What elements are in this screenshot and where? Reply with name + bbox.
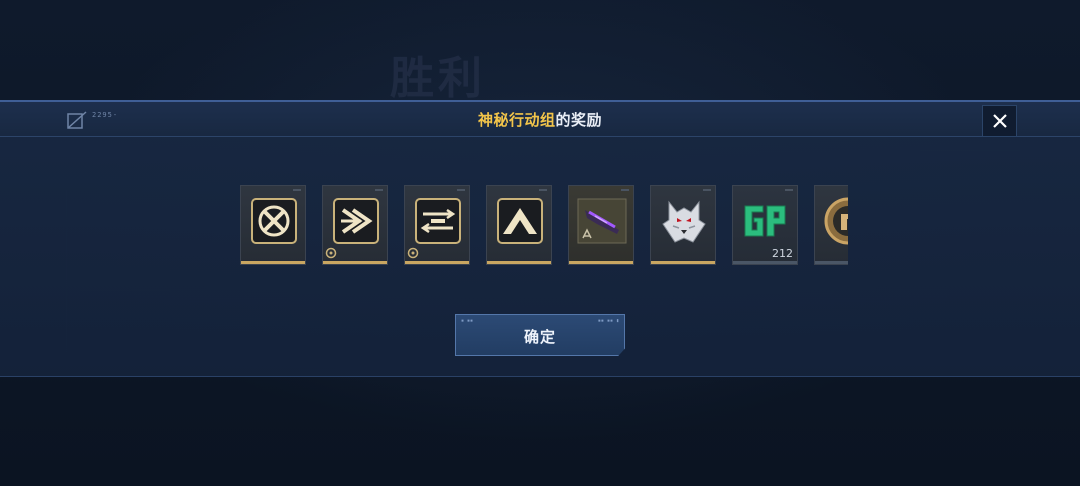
reward-list: 212: [240, 185, 848, 269]
close-button[interactable]: [982, 105, 1017, 137]
purple-weapon-skin-icon: [577, 198, 627, 244]
card-rarity-bar: [487, 261, 551, 264]
squad-name: 神秘行动组: [477, 111, 556, 129]
confirm-label: 确定: [523, 328, 556, 346]
close-icon: [992, 114, 1007, 128]
card-corner-mark: [621, 189, 629, 191]
reward-item[interactable]: [404, 185, 470, 265]
card-rarity-bar: [651, 261, 715, 264]
reward-item[interactable]: [322, 185, 388, 265]
card-rarity-bar: [733, 261, 797, 264]
card-rarity-bar: [815, 261, 848, 264]
card-corner-mark: [457, 189, 465, 191]
background-victory-title: 胜利: [390, 53, 486, 104]
reward-count: 212: [772, 247, 793, 260]
reward-item[interactable]: [486, 185, 552, 265]
modal-header: 2295- 神秘行动组的奖励: [0, 102, 1080, 137]
rewards-modal: 2295- 神秘行动组的奖励 212 ▪ ▪▪ ▪▪ ▪▪ ▮ 确定: [0, 100, 1080, 377]
reward-item[interactable]: [568, 185, 634, 265]
reward-item[interactable]: [814, 185, 848, 265]
reward-item[interactable]: 212: [732, 185, 798, 265]
skill-rifle-icon: [415, 198, 461, 244]
skill-peak-icon: [497, 198, 543, 244]
gear-badge-icon: [325, 247, 337, 259]
confirm-button[interactable]: ▪ ▪▪ ▪▪ ▪▪ ▮ 确定: [455, 314, 625, 356]
reward-item[interactable]: [650, 185, 716, 265]
modal-title: 神秘行动组的奖励: [0, 109, 1080, 130]
card-corner-mark: [293, 189, 301, 191]
skill-arrow-icon: [333, 198, 379, 244]
card-rarity-bar: [241, 261, 305, 264]
card-corner-mark: [375, 189, 383, 191]
gear-badge-icon: [407, 247, 419, 259]
skill-cross-icon: [251, 198, 297, 244]
card-corner-mark: [703, 189, 711, 191]
card-rarity-bar: [323, 261, 387, 264]
button-deco-mark: ▪▪ ▪▪ ▮: [597, 318, 619, 324]
card-rarity-bar: [569, 261, 633, 264]
title-suffix: 的奖励: [555, 111, 603, 129]
card-corner-mark: [785, 189, 793, 191]
wolf-avatar-icon: [662, 200, 706, 243]
gold-coin-icon: [824, 197, 848, 245]
reward-item[interactable]: [240, 185, 306, 265]
card-rarity-bar: [405, 261, 469, 264]
button-deco-mark: ▪ ▪▪: [461, 318, 474, 324]
card-corner-mark: [539, 189, 547, 191]
gp-currency-icon: [744, 205, 786, 237]
